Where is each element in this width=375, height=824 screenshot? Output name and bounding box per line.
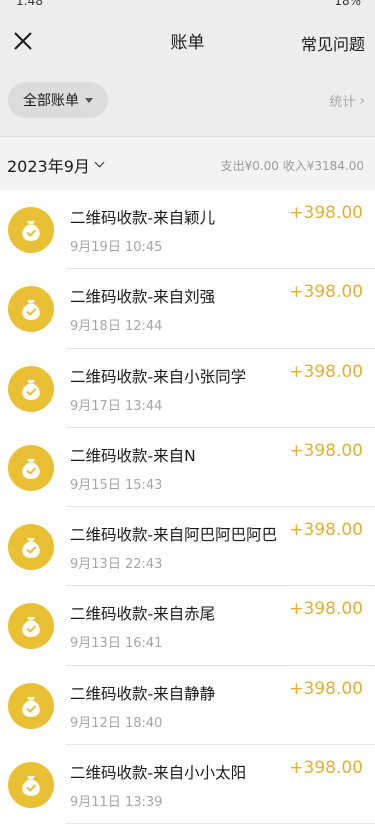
transaction-title: 二维码收款-来自小张同学	[70, 367, 247, 386]
chevron-right-icon: ›	[359, 92, 365, 109]
status-bar: 1:48 18%	[0, 0, 375, 10]
page-title: 账单	[170, 32, 205, 53]
transaction-amount: +398.00	[289, 678, 363, 699]
month-header: 2023年9月 支出¥0.00 收入¥3184.00	[0, 136, 375, 190]
statistics-link[interactable]: 统计 ›	[329, 91, 365, 111]
transaction-row[interactable]: 二维码收款-来自颖儿 9月19日 10:45 +398.00	[0, 190, 375, 270]
transaction-date: 9月12日 18:40	[70, 715, 163, 731]
transaction-row[interactable]: 二维码收款-来自N 9月15日 15:43 +398.00	[0, 428, 375, 508]
status-time: 1:48	[16, 0, 43, 8]
transaction-title: 二维码收款-来自刘强	[70, 288, 216, 307]
money-bag-icon	[8, 365, 54, 412]
transaction-row[interactable]: 二维码收款-来自静静 9月12日 18:40 +398.00	[0, 666, 375, 746]
transaction-row[interactable]: 二维码收款-来自阿巴阿巴阿巴 9月13日 22:43 +398.00	[0, 507, 375, 587]
money-bag-icon	[8, 762, 54, 809]
transaction-list: 二维码收款-来自颖儿 9月19日 10:45 +398.00 二维码收款-来自刘强 9月…	[0, 190, 375, 824]
transaction-amount: +398.00	[289, 440, 363, 461]
transaction-title: 二维码收款-来自赤尾	[70, 605, 216, 624]
transaction-date: 9月18日 12:44	[70, 319, 163, 335]
money-bag-icon	[8, 682, 54, 729]
transaction-amount: +398.00	[289, 203, 363, 223]
money-bag-icon	[8, 603, 54, 650]
transaction-amount: +398.00	[289, 599, 363, 620]
top-nav-bar: 账单 常见问题	[0, 12, 375, 68]
close-button[interactable]	[10, 28, 36, 54]
money-bag-icon	[8, 286, 54, 333]
transaction-date: 9月11日 13:39	[70, 795, 163, 811]
transaction-date: 9月13日 16:41	[70, 636, 163, 652]
transaction-title: 二维码收款-来自静静	[70, 684, 216, 703]
transaction-row[interactable]: 二维码收款-来自刘强 9月18日 12:44 +398.00	[0, 269, 375, 349]
transaction-date: 9月17日 13:44	[70, 398, 163, 414]
transaction-title: 二维码收款-来自N	[70, 446, 196, 465]
transaction-amount: +398.00	[289, 282, 363, 303]
status-battery: 18%	[334, 0, 361, 8]
month-selector[interactable]: 2023年9月	[7, 153, 105, 177]
bill-filter-label: 全部账单	[23, 93, 79, 109]
bill-filter-dropdown[interactable]: 全部账单	[8, 82, 108, 118]
transaction-title: 二维码收款-来自颖儿	[70, 209, 216, 227]
transaction-date: 9月15日 15:43	[70, 477, 163, 493]
close-icon	[14, 32, 32, 50]
month-summary: 支出¥0.00 收入¥3184.00	[220, 159, 364, 173]
transaction-row[interactable]: 二维码收款-来自小小太阳 9月11日 13:39 +398.00	[0, 745, 375, 824]
transaction-date: 9月19日 10:45	[70, 240, 163, 255]
money-bag-icon	[8, 207, 54, 253]
transaction-date: 9月13日 22:43	[70, 557, 163, 573]
transaction-amount: +398.00	[289, 758, 363, 779]
month-label: 2023年9月	[7, 157, 90, 176]
transaction-title: 二维码收款-来自阿巴阿巴阿巴	[70, 526, 278, 545]
filter-row: 全部账单 统计 ›	[0, 82, 375, 120]
faq-link[interactable]: 常见问题	[301, 31, 365, 55]
statistics-label: 统计	[329, 95, 356, 110]
money-bag-icon	[8, 444, 54, 491]
transaction-amount: +398.00	[289, 520, 363, 541]
caret-down-icon	[85, 97, 93, 103]
transaction-row[interactable]: 二维码收款-来自小张同学 9月17日 13:44 +398.00	[0, 349, 375, 428]
transaction-amount: +398.00	[289, 361, 363, 382]
money-bag-icon	[8, 524, 54, 571]
chevron-down-icon	[94, 157, 105, 168]
transaction-title: 二维码收款-来自小小太阳	[70, 764, 247, 783]
transaction-row[interactable]: 二维码收款-来自赤尾 9月13日 16:41 +398.00	[0, 586, 375, 666]
